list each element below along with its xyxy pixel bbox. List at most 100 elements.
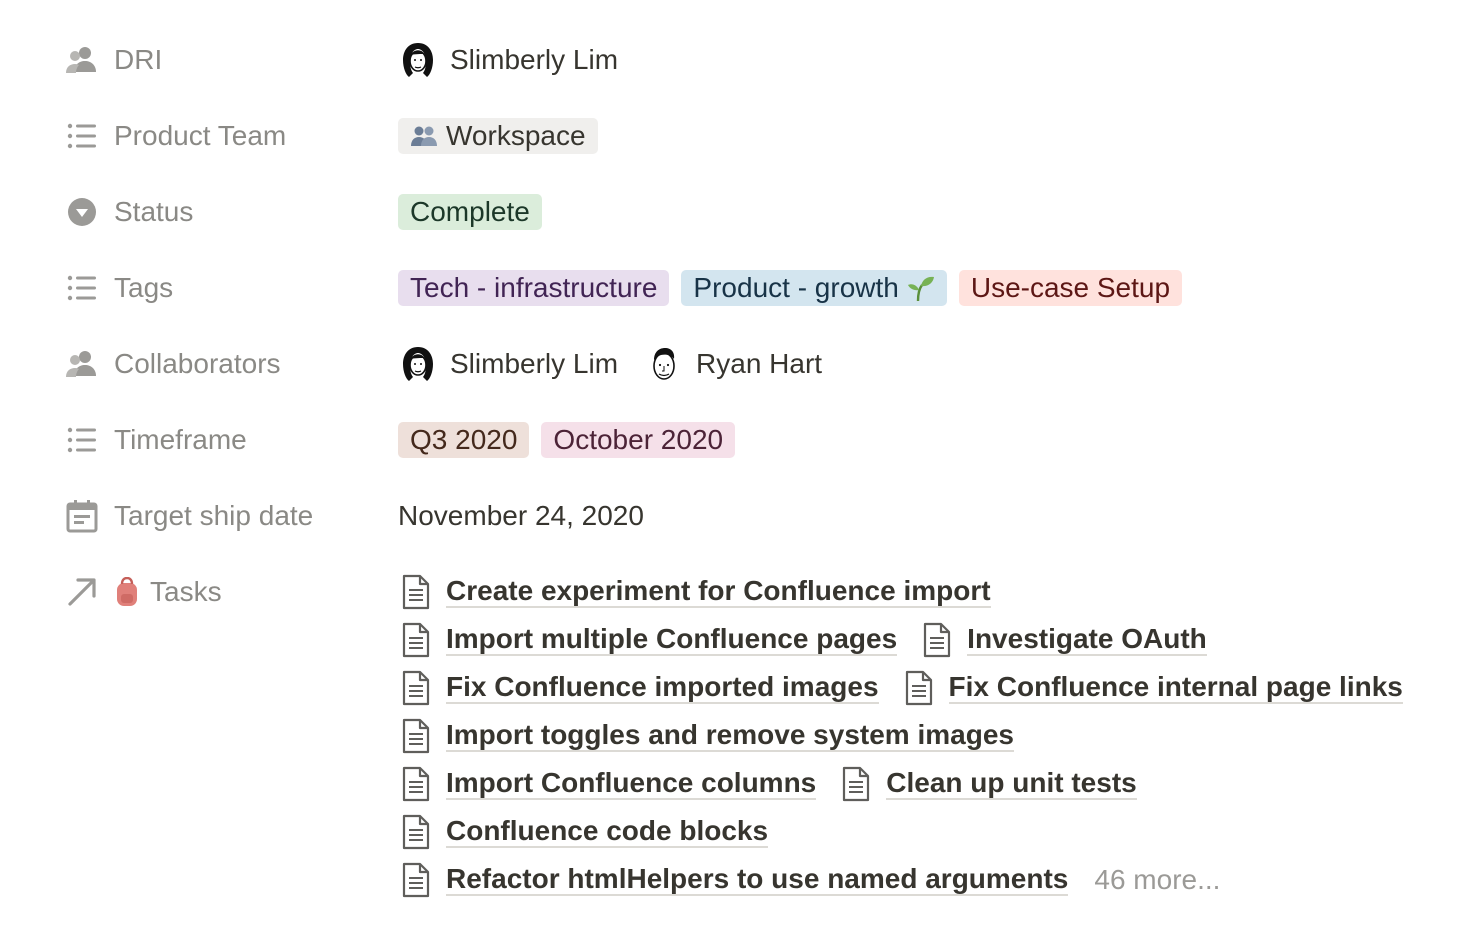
people-icon [64,346,100,382]
property-name: Collaborators [114,348,281,379]
property-name: Timeframe [114,424,247,455]
show-more-link[interactable]: 46 more... [1094,864,1220,896]
person-chip[interactable]: Ryan Hart [644,344,822,384]
task-link[interactable]: Investigate OAuth [919,622,1207,658]
status-pill[interactable]: Complete [398,194,542,230]
property-row-tags: Tags Tech - infrastructure Product - gro… [0,264,1470,312]
property-label-target-ship-date[interactable]: Target ship date [64,492,384,540]
task-title: Confluence code blocks [446,815,769,848]
timeframe-pill[interactable]: October 2020 [541,422,736,458]
property-label-collaborators[interactable]: Collaborators [64,340,384,388]
timeframe-label: October 2020 [553,424,724,455]
property-name: Product Team [114,120,287,151]
property-row-status: Status Complete [0,188,1470,236]
task-link[interactable]: Fix Confluence internal page links [901,670,1403,706]
property-label-dri[interactable]: DRI [64,36,384,84]
property-label-tags[interactable]: Tags [64,264,384,312]
tag-pill[interactable]: Use-case Setup [958,270,1183,306]
person-chip[interactable]: Slimberly Lim [398,344,618,384]
status-label: Complete [410,196,530,227]
page-icon [402,718,430,754]
task-link[interactable]: Import toggles and remove system images [398,718,1014,754]
tag-label: Use-case Setup [970,272,1171,303]
product-team-value: Workspace [398,112,610,160]
task-line: Confluence code blocks [398,808,1458,856]
property-row-product-team: Product Team Workspace [0,112,1470,160]
dri-value: Slimberly Lim [398,36,644,84]
task-title: Investigate OAuth [967,623,1207,656]
task-link[interactable]: Import multiple Confluence pages [398,622,898,658]
person-name: Ryan Hart [696,348,823,379]
task-link[interactable]: Confluence code blocks [398,814,769,850]
page-icon [924,622,951,658]
task-line: Refactor htmlHelpers to use named argume… [398,856,1458,904]
task-title: Import Confluence columns [446,767,817,800]
task-title: Fix Confluence imported images [446,671,879,704]
task-link[interactable]: Import Confluence columns [398,766,817,802]
tag-label: Tech - infrastructure [410,272,658,303]
task-line: Import Confluence columns Clean up unit … [398,760,1458,808]
man-avatar [653,348,675,380]
woman-avatar [403,347,433,381]
page-icon [843,766,870,802]
people-icon [64,42,100,78]
status-value: Complete [398,188,554,236]
person-chip[interactable]: Slimberly Lim [398,40,618,80]
page-icon [402,814,430,850]
property-label-status[interactable]: Status [64,188,384,236]
property-name: DRI [114,44,163,75]
property-row-target-ship-date: Target ship date November 24, 2020 [0,492,1470,540]
task-line: Import toggles and remove system images [398,712,1458,760]
tasks-relation-list: Create experiment for Confluence import … [398,568,1458,904]
page-icon [402,766,430,802]
task-line: Fix Confluence imported images Fix Confl… [398,664,1458,712]
person-name: Slimberly Lim [450,44,619,75]
property-label-tasks[interactable]: Tasks [64,568,384,616]
target-ship-date-value[interactable]: November 24, 2020 [398,492,644,540]
product-team-label: Workspace [446,120,586,151]
page-icon [402,670,430,706]
arrow-up-right-icon [64,574,100,610]
task-link[interactable]: Create experiment for Confluence import [398,574,991,610]
tags-value: Tech - infrastructure Product - growth U… [398,264,1194,312]
select-icon [64,194,100,230]
list-icon [64,118,100,154]
task-line: Import multiple Confluence pages Investi… [398,616,1458,664]
property-name: Tags [114,272,174,303]
page-icon [402,574,430,610]
timeframe-label: Q3 2020 [410,424,518,455]
seedling-icon [907,276,934,302]
page-icon [905,670,932,706]
list-icon [64,422,100,458]
task-link[interactable]: Fix Confluence imported images [398,670,879,706]
calendar-icon [64,498,100,534]
list-icon [64,270,100,306]
task-title: Create experiment for Confluence import [446,575,991,608]
woman-avatar [403,43,433,77]
property-row-collaborators: Collaborators Slimberly Lim Ryan Hart [0,340,1470,388]
property-row-timeframe: Timeframe Q3 2020 October 2020 [0,416,1470,464]
property-name: Status [114,196,194,227]
tag-pill[interactable]: Product - growth [681,270,947,306]
task-title: Import toggles and remove system images [446,719,1014,752]
tag-pill[interactable]: Tech - infrastructure [398,270,670,306]
task-title: Fix Confluence internal page links [948,671,1403,704]
property-label-product-team[interactable]: Product Team [64,112,384,160]
collaborators-value: Slimberly Lim Ryan Hart [398,340,848,388]
date-text: November 24, 2020 [398,500,644,531]
timeframe-value: Q3 2020 October 2020 [398,416,747,464]
backpack-icon [117,577,137,606]
property-label-timeframe[interactable]: Timeframe [64,416,384,464]
person-name: Slimberly Lim [450,348,619,379]
timeframe-pill[interactable]: Q3 2020 [398,422,530,458]
property-name: Target ship date [114,500,314,531]
task-title: Import multiple Confluence pages [446,623,898,656]
property-row-dri: DRI Slimberly Lim [0,36,1470,84]
page-icon [402,622,430,658]
property-name: Tasks [150,576,222,607]
product-team-pill[interactable]: Workspace [398,118,598,154]
task-title: Refactor htmlHelpers to use named argume… [446,863,1069,896]
task-line: Create experiment for Confluence import [398,568,1458,616]
task-link[interactable]: Refactor htmlHelpers to use named argume… [398,862,1069,898]
task-link[interactable]: Clean up unit tests [838,766,1137,802]
